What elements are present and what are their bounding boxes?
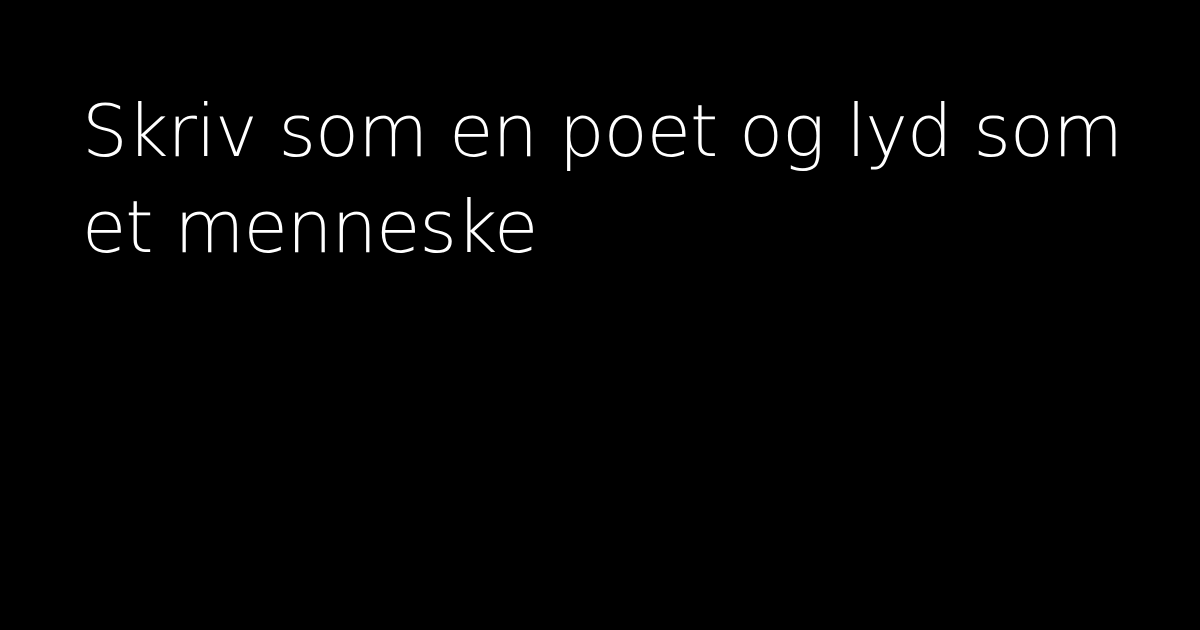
share-card: Skriv som en poet og lyd som et menneske	[0, 0, 1200, 630]
headline: Skriv som en poet og lyd som et menneske	[82, 89, 1123, 269]
